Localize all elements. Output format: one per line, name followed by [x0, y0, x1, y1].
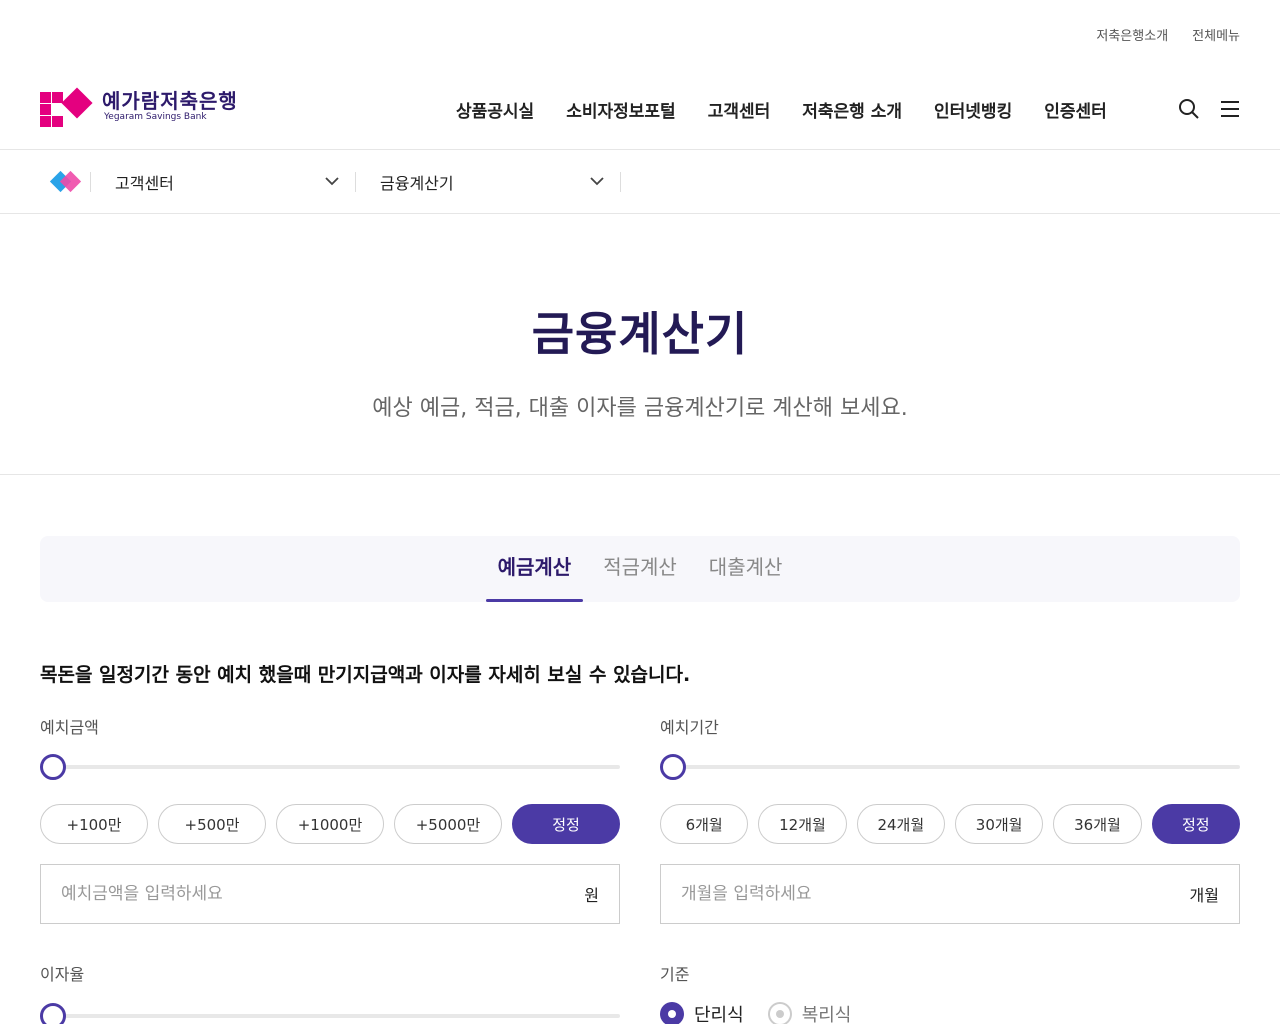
logo-mark-icon — [40, 87, 93, 127]
chevron-down-icon — [590, 177, 604, 186]
interest-rate-section: 이자율 — [40, 961, 620, 1024]
nav-consumer-portal[interactable]: 소비자정보포털 — [566, 97, 675, 122]
calculator-tabs: 예금계산 적금계산 대출계산 — [40, 536, 1240, 602]
breadcrumb: 고객센터 금융계산기 — [0, 150, 1280, 213]
tab-installment[interactable]: 적금계산 — [591, 536, 689, 602]
basis-section: 기준 단리식 복리식 — [660, 961, 1240, 1024]
interest-rate-slider[interactable] — [40, 1001, 620, 1024]
deposit-amount-slider[interactable] — [40, 752, 620, 782]
logo[interactable]: 예가람저축은행 Yegaram Savings Bank — [40, 87, 238, 127]
period-6-button[interactable]: 6개월 — [660, 804, 749, 844]
nav-certificate-center[interactable]: 인증센터 — [1044, 97, 1107, 122]
deposit-period-section: 예치기간 6개월 12개월 24개월 30개월 36개월 정정 개월 — [660, 714, 1240, 924]
breadcrumb-divider — [0, 213, 1280, 214]
slider-handle[interactable] — [40, 1003, 66, 1024]
deposit-period-label: 예치기간 — [660, 718, 719, 737]
interest-rate-label: 이자율 — [40, 965, 85, 984]
utility-links: 저축은행소개 전체메뉴 — [1096, 25, 1240, 44]
slider-handle[interactable] — [40, 754, 66, 780]
add-500-button[interactable]: +500만 — [158, 804, 266, 844]
period-30-button[interactable]: 30개월 — [954, 804, 1044, 844]
page-subtitle: 예상 예금, 적금, 대출 이자를 금융계산기로 계산해 보세요. — [372, 396, 908, 421]
nav-internet-banking[interactable]: 인터넷뱅킹 — [934, 97, 1012, 122]
period-reset-button[interactable]: 정정 — [1151, 804, 1240, 844]
chevron-down-icon — [325, 177, 339, 186]
compound-interest-radio[interactable]: 복리식 — [767, 1001, 851, 1024]
deposit-amount-input[interactable] — [61, 884, 585, 904]
main-nav: 상품공시실 소비자정보포털 고객센터 저축은행 소개 인터넷뱅킹 인증센터 — [456, 97, 1107, 122]
nav-about-bank[interactable]: 저축은행 소개 — [802, 97, 902, 122]
all-menu-link[interactable]: 전체메뉴 — [1192, 25, 1240, 44]
simple-interest-radio[interactable]: 단리식 — [660, 1001, 744, 1024]
breadcrumb-select-level1[interactable]: 고객센터 — [91, 150, 355, 213]
tab-loan[interactable]: 대출계산 — [697, 536, 795, 602]
logo-name-en: Yegaram Savings Bank — [104, 112, 207, 122]
amount-reset-button[interactable]: 정정 — [512, 804, 620, 844]
hamburger-menu-icon[interactable] — [1220, 100, 1240, 118]
breadcrumb-select-level2[interactable]: 금융계산기 — [356, 150, 620, 213]
logo-name: 예가람저축은행 — [102, 89, 238, 113]
tab-deposit[interactable]: 예금계산 — [485, 536, 584, 602]
period-12-button[interactable]: 12개월 — [758, 804, 847, 844]
period-24-button[interactable]: 24개월 — [856, 804, 945, 844]
calculator-description: 목돈을 일정기간 동안 예치 했을때 만기지급액과 이자를 자세히 보실 수 있… — [40, 664, 691, 686]
add-100-button[interactable]: +100만 — [40, 804, 148, 844]
basis-label: 기준 — [660, 965, 690, 984]
amount-unit: 원 — [584, 886, 599, 905]
period-36-button[interactable]: 36개월 — [1053, 804, 1142, 844]
search-icon[interactable] — [1178, 98, 1200, 120]
add-1000-button[interactable]: +1000만 — [276, 804, 384, 844]
nav-customer-center[interactable]: 고객센터 — [708, 97, 771, 122]
about-bank-link[interactable]: 저축은행소개 — [1096, 25, 1168, 44]
deposit-amount-field: 원 — [40, 864, 620, 924]
page-title: 금융계산기 — [531, 307, 749, 361]
deposit-amount-section: 예치금액 +100만 +500만 +1000만 +5000만 정정 원 — [40, 714, 620, 924]
deposit-period-field: 개월 — [660, 864, 1240, 924]
add-5000-button[interactable]: +5000만 — [394, 804, 502, 844]
deposit-period-slider[interactable] — [660, 752, 1240, 782]
deposit-period-input[interactable] — [681, 884, 1190, 904]
home-icon[interactable] — [0, 150, 90, 213]
nav-product-disclosure[interactable]: 상품공시실 — [456, 97, 534, 122]
period-unit: 개월 — [1189, 886, 1219, 905]
deposit-amount-label: 예치금액 — [40, 718, 99, 737]
slider-handle[interactable] — [660, 754, 686, 780]
title-divider — [0, 474, 1280, 475]
